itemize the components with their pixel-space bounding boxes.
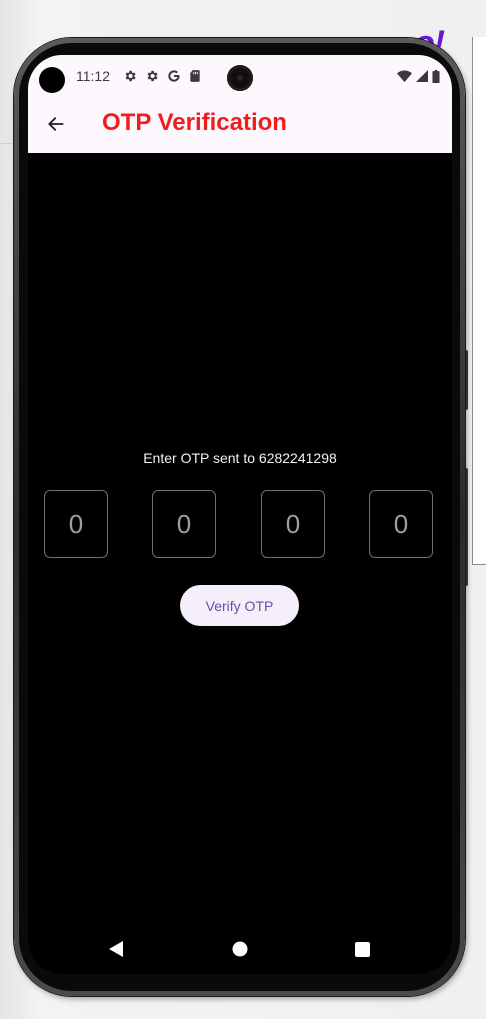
front-camera	[227, 65, 253, 91]
battery-icon	[432, 69, 440, 83]
otp-input-row: 0 0 0 0	[44, 490, 436, 560]
camera-cutout	[39, 67, 65, 93]
nav-back-button[interactable]	[104, 937, 128, 961]
status-notification-icons	[123, 67, 201, 85]
back-button[interactable]	[42, 110, 70, 138]
google-icon	[168, 70, 180, 82]
recents-icon	[354, 941, 370, 957]
nav-recents-button[interactable]	[350, 937, 374, 961]
status-time: 11:12	[76, 68, 110, 84]
otp-digit-field[interactable]: 0	[369, 490, 433, 558]
settings-icon	[147, 70, 158, 82]
home-icon	[232, 941, 248, 957]
background-window-edge	[472, 37, 486, 565]
settings-icon	[125, 70, 136, 82]
phone-screen: 11:12 OTP Verification Enter OTP sent to…	[28, 55, 452, 974]
arrow-back-icon	[48, 117, 64, 131]
otp-digit-field[interactable]: 0	[261, 490, 325, 558]
otp-digit-field[interactable]: 0	[44, 490, 108, 558]
verify-otp-button[interactable]: Verify OTP	[180, 585, 299, 626]
nav-home-button[interactable]	[228, 937, 252, 961]
status-system-icons	[397, 68, 440, 84]
otp-digit-field[interactable]: 0	[152, 490, 216, 558]
signal-icon	[416, 70, 428, 82]
back-icon	[109, 941, 123, 957]
app-bar: 11:12 OTP Verification	[28, 55, 452, 153]
page-title: OTP Verification	[102, 109, 287, 136]
otp-prompt: Enter OTP sent to 6282241298	[143, 450, 337, 466]
sd-card-icon	[190, 70, 200, 82]
system-navigation-bar	[28, 925, 452, 974]
wifi-icon	[397, 70, 412, 82]
